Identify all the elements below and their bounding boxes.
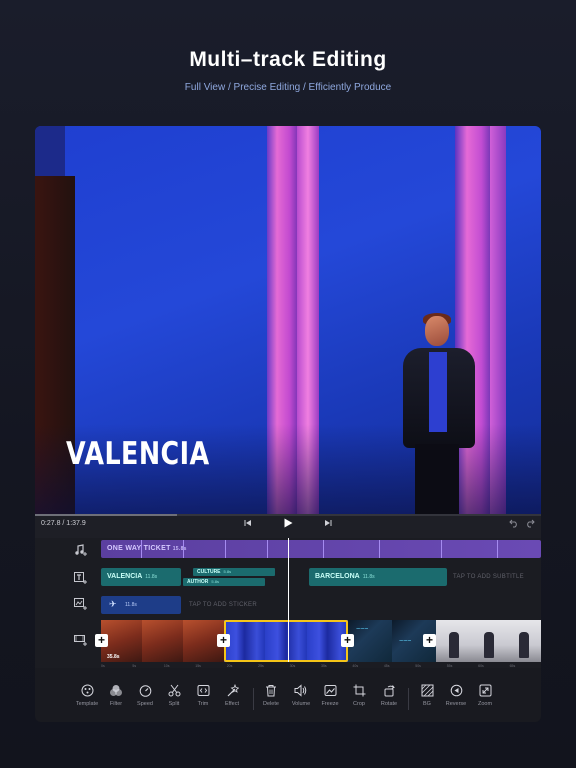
timeline[interactable]: ONE WAY TICKET 15.8s VALENCIA 11.8s CULTUR… [35,538,541,668]
playback-bar: 0:27.8 / 1:37.9 [35,514,541,538]
effect-button[interactable]: Effect [217,683,247,707]
filter-button[interactable]: Filter [101,684,131,707]
beat-marker [267,540,268,558]
music-clip-label: ONE WAY TICKET 15.8s [107,545,187,552]
neon-sign: ~~~ [356,626,369,633]
text-track-icon[interactable] [73,572,89,586]
video-frame-person [484,632,494,658]
ruler-tick: 50s [415,664,421,668]
ruler-tick: 15s [195,664,201,668]
text-clip-culture[interactable]: CULTURE 5.8s [193,568,275,576]
ruler-tick: 20s [226,664,233,668]
sticker-clip[interactable]: ✈ 11.8s [101,596,181,614]
beat-marker [225,540,226,558]
headline: Multi–track Editing [189,48,387,71]
magic-wand-icon [217,683,247,698]
trim-button[interactable]: Trim [188,684,218,707]
sticker-track-icon[interactable] [73,598,89,612]
speed-button[interactable]: Speed [130,684,160,707]
beat-marker [141,540,142,558]
trim-icon [188,684,218,698]
add-transition-button[interactable]: + [423,634,436,647]
beat-marker [183,540,184,558]
video-frame[interactable] [142,620,183,662]
text-clip-valencia[interactable]: VALENCIA 11.8s [101,568,181,586]
ruler-tick: 10s [163,664,170,668]
editor-window: VALENCIA 0:27.8 / 1:37.9 ONE WAY TICKET 1… [35,126,541,722]
ruler-tick: 25s [258,664,264,668]
preview-title-overlay[interactable]: VALENCIA [66,436,210,472]
text-clip-barcelona[interactable]: BARCELONA 11.8s [309,568,447,586]
delete-button[interactable]: Delete [256,684,286,707]
ruler-tick: 40s [352,664,359,668]
video-frame[interactable] [348,620,392,662]
beat-marker [441,540,442,558]
ruler-tick: 65s [509,664,516,668]
reverse-button[interactable]: Reverse [441,684,471,707]
undo-icon[interactable] [509,519,519,531]
speaker-icon [286,684,316,698]
redo-icon[interactable] [525,519,535,531]
freeze-button[interactable]: Freeze [315,684,345,707]
ruler-tick: 45s [383,664,390,668]
background-icon [412,684,442,698]
beat-marker [323,540,324,558]
scissors-icon [159,684,189,698]
preview-person [393,313,483,514]
airplane-icon: ✈ [109,599,117,609]
beat-marker [379,540,380,558]
edit-toolbar: Template Filter Speed Split Trim Effect … [35,674,541,722]
neon-sign: ~~~ [399,638,412,645]
template-icon [72,684,102,698]
timecode: 0:27.8 / 1:37.9 [41,520,86,527]
add-subtitle-placeholder[interactable]: TAP TO ADD SUBTITLE [453,574,524,580]
music-track-icon[interactable] [73,544,89,558]
toolbar-divider [408,688,409,710]
freeze-frame-icon [315,684,345,698]
add-clip-button[interactable]: + [95,634,108,647]
crop-icon [344,684,374,698]
volume-button[interactable]: Volume [286,684,316,707]
selected-clip-outline[interactable] [224,620,348,662]
progress-track[interactable] [35,514,541,516]
video-frame-person [519,632,529,658]
add-transition-button[interactable]: + [217,634,230,647]
video-frame-person [449,632,459,658]
template-button[interactable]: Template [72,684,102,707]
reverse-icon [441,684,471,698]
rotate-icon [374,684,404,698]
ruler-tick: 5s [132,664,137,668]
ruler-tick: 60s [478,664,484,668]
zoom-icon [470,684,500,698]
bg-button[interactable]: BG [412,684,442,707]
add-sticker-placeholder[interactable]: TAP TO ADD STICKER [189,602,257,608]
play-icon[interactable] [283,518,293,531]
ruler-tick: 35s [321,664,327,668]
toolbar-divider [253,688,254,710]
crop-button[interactable]: Crop [344,684,374,707]
add-transition-button[interactable]: + [341,634,354,647]
music-clip[interactable]: ONE WAY TICKET 15.8s [101,540,541,558]
video-track-icon[interactable] [73,634,89,648]
skip-start-icon[interactable] [244,519,252,530]
rotate-button[interactable]: Rotate [374,684,404,707]
subheadline: Full View / Precise Editing / Efficientl… [184,82,392,93]
clip-duration: 35.8s [107,654,120,660]
playhead[interactable] [288,538,289,662]
ruler-tick: 0s [101,664,105,668]
time-ruler[interactable]: 0s 5s 10s 15s 20s 25s 30s 35s 40s 45s 50s 55s 60s 65s [101,664,541,668]
video-preview[interactable]: VALENCIA [35,126,541,514]
text-clip-author[interactable]: AUTHOR 5.8s [183,578,265,586]
ruler-tick: 30s [289,664,296,668]
skip-end-icon[interactable] [324,519,332,530]
video-track[interactable]: 35.8s ~~~ ~~~ + + + + [95,620,541,662]
split-button[interactable]: Split [159,684,189,707]
speed-icon [130,684,160,698]
progress-fill [35,514,177,516]
ruler-tick: 55s [446,664,453,668]
beat-marker [497,540,498,558]
zoom-button[interactable]: Zoom [470,684,500,707]
trash-icon [256,684,286,698]
filter-icon [101,684,131,698]
